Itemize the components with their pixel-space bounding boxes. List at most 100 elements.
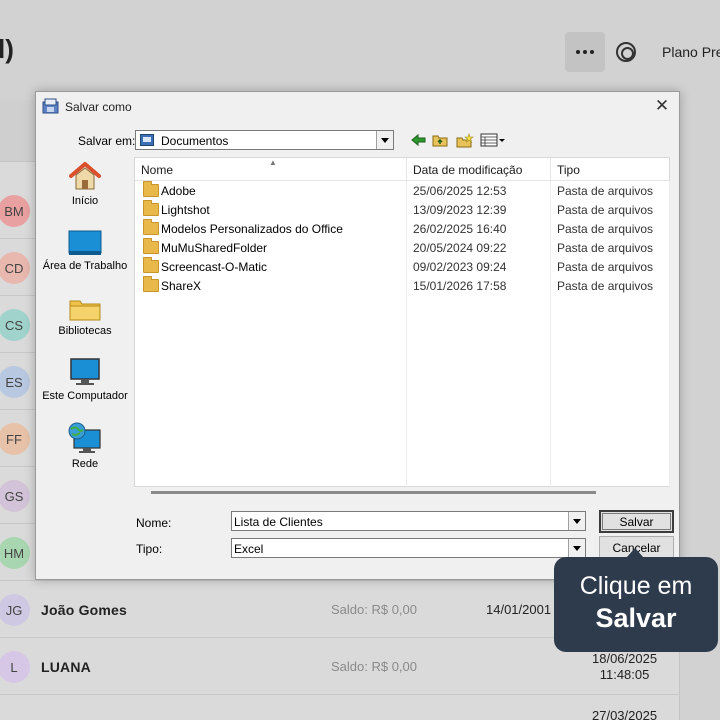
save-as-dialog: Salvar como ✕ Salvar em: Documentos Iníc… (35, 91, 680, 580)
callout-line2: Salvar (595, 603, 677, 633)
save-in-dropdown[interactable]: Documentos (135, 130, 394, 150)
tutorial-callout: Clique em Salvar (554, 548, 718, 652)
file-name: Modelos Personalizados do Office (161, 222, 343, 236)
chevron-down-icon[interactable] (568, 512, 585, 530)
file-type: Pasta de arquivos (557, 260, 654, 274)
client-date-value: 14/01/2001 (486, 602, 552, 617)
place-este-computador[interactable]: Este Computador (41, 358, 129, 403)
chevron-down-icon[interactable] (568, 539, 585, 557)
view-menu-icon (480, 133, 505, 147)
dot-icon (583, 50, 587, 54)
libraries-icon (69, 300, 101, 321)
network-icon (68, 422, 101, 453)
back-arrow-icon (411, 133, 426, 147)
client-date: 18/06/2025 11:48:05 (592, 651, 657, 683)
close-icon: ✕ (654, 96, 670, 115)
place-label: Rede (71, 458, 99, 470)
file-row[interactable]: MuMuSharedFolder 20/05/2024 09:22 Pasta de… (135, 238, 669, 258)
save-in-label: Salvar em: (78, 134, 136, 148)
computer-icon (70, 358, 100, 385)
help-icon[interactable] (616, 42, 636, 62)
page-title: l) (0, 34, 14, 64)
place-bibliotecas[interactable]: Bibliotecas (41, 297, 129, 338)
file-date: 09/02/2023 09:24 (413, 260, 507, 274)
new-folder-icon (456, 132, 474, 147)
home-icon (69, 162, 101, 190)
file-row[interactable]: Lightshot 13/09/2023 12:39 Pasta de arquiv… (135, 200, 669, 220)
client-time-value: 11:48:05 (599, 667, 650, 682)
up-folder-button[interactable] (431, 132, 449, 148)
file-list[interactable]: Nome ▲ Data de modificação Tipo Adobe 25/… (134, 157, 671, 488)
client-row[interactable] (0, 695, 680, 720)
column-type-label: Tipo (557, 163, 580, 177)
close-button[interactable]: ✕ (651, 96, 673, 116)
save-in-value: Documentos (161, 134, 229, 148)
file-date: 20/05/2024 09:22 (413, 241, 507, 255)
file-date: 26/02/2025 16:40 (413, 222, 507, 236)
file-row[interactable]: ShareX 15/01/2026 17:58 Pasta de arquivos (135, 276, 669, 296)
place-rede[interactable]: Rede (41, 422, 129, 471)
dialog-titlebar: Salvar como ✕ (36, 92, 679, 122)
places-bar: Início Área de Trabalho Bibliotecas Este… (41, 156, 131, 486)
file-name: Lightshot (161, 203, 210, 217)
client-name: João Gomes (41, 602, 128, 618)
file-name: MuMuSharedFolder (161, 241, 268, 255)
file-type: Pasta de arquivos (557, 222, 654, 236)
column-date[interactable]: Data de modificação (406, 158, 550, 180)
filetype-value: Excel (234, 542, 264, 556)
file-type: Pasta de arquivos (557, 279, 654, 293)
file-row[interactable]: Screencast-O-Matic 09/02/2023 09:24 Pasta … (135, 257, 669, 277)
place-label: Início (71, 195, 99, 207)
folder-icon (143, 257, 159, 273)
folder-icon (143, 181, 159, 197)
file-type: Pasta de arquivos (557, 241, 654, 255)
horizontal-scrollbar[interactable] (151, 491, 596, 494)
view-menu-button[interactable] (479, 132, 507, 148)
column-type[interactable]: Tipo (550, 158, 671, 180)
place-area-de-trabalho[interactable]: Área de Trabalho (41, 230, 129, 273)
folder-icon (143, 200, 159, 216)
folder-icon (143, 219, 159, 235)
filename-label: Nome: (136, 516, 172, 530)
more-options-button[interactable] (565, 32, 605, 72)
filetype-label: Tipo: (136, 542, 163, 556)
documents-icon (140, 134, 154, 146)
filename-value: Lista de Clientes (234, 515, 323, 529)
client-balance: Saldo: R$ 0,00 (331, 602, 418, 617)
file-date: 13/09/2023 12:39 (413, 203, 507, 217)
file-date: 25/06/2025 12:53 (413, 184, 507, 198)
desktop-icon (68, 230, 102, 255)
client-date-value: 18/06/2025 (592, 651, 658, 666)
new-folder-button[interactable] (455, 132, 475, 148)
chevron-down-icon[interactable] (376, 131, 393, 149)
file-name: Adobe (161, 184, 196, 198)
back-button[interactable] (410, 132, 428, 148)
save-button[interactable]: Salvar (599, 510, 674, 533)
file-name: Screencast-O-Matic (161, 260, 268, 274)
up-folder-icon (432, 135, 448, 147)
file-name: ShareX (161, 279, 202, 293)
dot-icon (590, 50, 594, 54)
place-label: Bibliotecas (58, 325, 112, 337)
file-type: Pasta de arquivos (557, 184, 654, 198)
file-row[interactable]: Modelos Personalizados do Office 26/02/20… (135, 219, 669, 239)
save-dialog-icon (42, 98, 59, 114)
client-date: 14/01/2001 (486, 602, 551, 618)
filename-input[interactable]: Lista de Clientes (231, 511, 586, 531)
column-divider (669, 181, 670, 488)
place-inicio[interactable]: Início (41, 161, 129, 208)
folder-icon (143, 276, 159, 292)
folder-icon (143, 238, 159, 254)
client-name: LUANA (41, 659, 91, 675)
plan-link[interactable]: Plano Pre (662, 44, 720, 60)
callout-line1: Clique em (579, 572, 693, 600)
file-row[interactable]: Adobe 25/06/2025 12:53 Pasta de arquivos (135, 181, 669, 201)
client-date: 27/03/2025 (592, 708, 657, 720)
client-balance: Saldo: R$ 0,00 (331, 659, 418, 674)
filetype-select[interactable]: Excel (231, 538, 586, 558)
file-type: Pasta de arquivos (557, 203, 654, 217)
file-date: 15/01/2026 17:58 (413, 279, 507, 293)
dialog-title: Salvar como (65, 100, 132, 114)
place-label: Área de Trabalho (42, 260, 128, 272)
place-label: Este Computador (42, 390, 128, 402)
